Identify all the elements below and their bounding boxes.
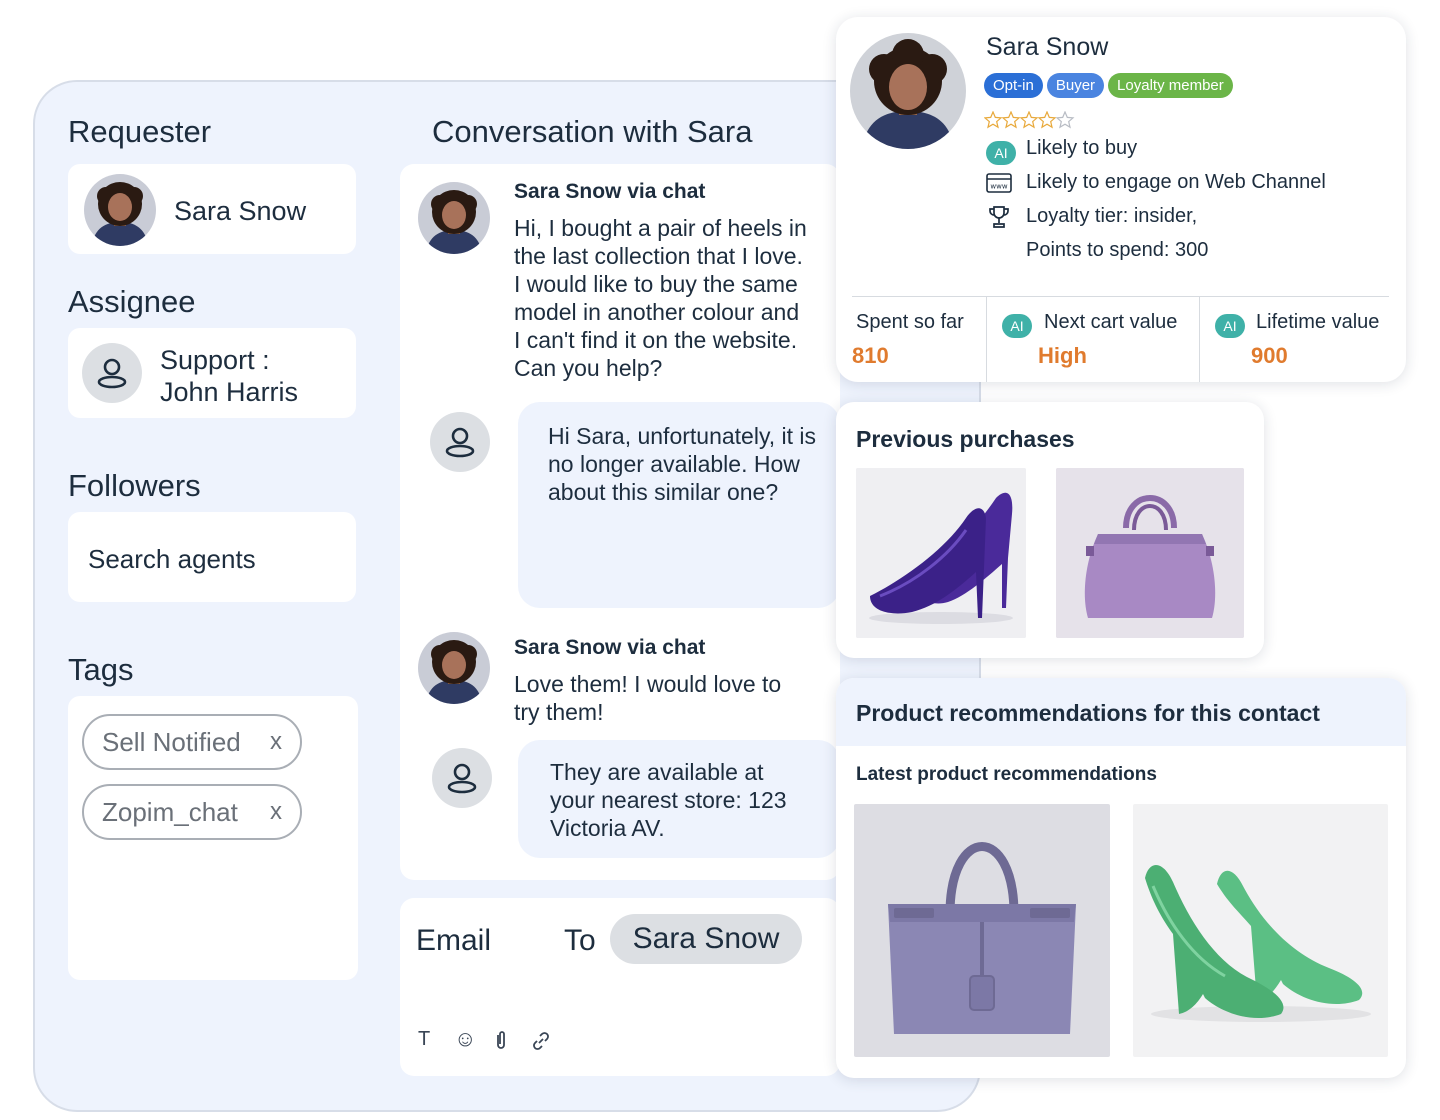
lifetime-value-label: Lifetime value bbox=[1256, 311, 1380, 333]
agent-avatar-icon bbox=[432, 748, 492, 808]
attachment-icon[interactable] bbox=[494, 1030, 508, 1055]
remove-tag-icon[interactable]: x bbox=[270, 798, 282, 826]
channel-selector[interactable]: Email bbox=[416, 924, 491, 958]
tag-chip[interactable]: Zopim_chat x bbox=[82, 784, 302, 840]
assignee-card[interactable]: Support : John Harris bbox=[68, 328, 356, 418]
profile-name: Sara Snow bbox=[986, 33, 1109, 61]
customer-avatar bbox=[418, 182, 490, 254]
stats-separator bbox=[1199, 297, 1200, 382]
customer-avatar bbox=[418, 632, 490, 704]
message-text: Hi Sara, unfortunately, it is no longer … bbox=[548, 423, 817, 505]
rating-stars bbox=[984, 111, 1076, 129]
assignee-title: Assignee bbox=[68, 284, 196, 319]
message-text: Love them! I would love to try them! bbox=[514, 671, 782, 725]
recipient-chip[interactable]: Sara Snow bbox=[610, 914, 802, 964]
stats-divider bbox=[852, 296, 1389, 297]
web-channel-text: Likely to engage on Web Channel bbox=[1026, 171, 1326, 193]
requester-avatar bbox=[84, 174, 156, 246]
tag-label: Sell Notified bbox=[102, 726, 241, 757]
tags-card: Sell Notified x Zopim_chat x bbox=[68, 696, 358, 980]
requester-card[interactable]: Sara Snow bbox=[68, 164, 356, 254]
tag-chip[interactable]: Sell Notified x bbox=[82, 714, 302, 770]
requester-name: Sara Snow bbox=[174, 196, 307, 226]
ai-badge: AI bbox=[1215, 314, 1245, 338]
previous-purchases-title: Previous purchases bbox=[856, 426, 1075, 452]
message-text: They are available at your nearest store… bbox=[550, 759, 787, 841]
recommendations-subtitle: Latest product recommendations bbox=[856, 764, 1157, 785]
agent-avatar-icon bbox=[430, 412, 490, 472]
message-text: Hi, I bought a pair of heels in the last… bbox=[514, 215, 807, 381]
next-cart-value: High bbox=[1038, 343, 1087, 368]
svg-text:www: www bbox=[990, 183, 1007, 191]
reply-composer[interactable]: Email To Sara Snow T ☺ bbox=[400, 898, 840, 1076]
product-recommendations-card: Product recommendations for this contact… bbox=[836, 678, 1406, 1078]
link-icon[interactable] bbox=[530, 1030, 552, 1057]
agent-message-bubble: They are available at your nearest store… bbox=[518, 740, 840, 858]
generic-user-avatar-icon bbox=[82, 343, 142, 403]
loyalty-member-badge: Loyalty member bbox=[1108, 73, 1233, 98]
lavender-tote-image[interactable] bbox=[854, 804, 1110, 1057]
previous-purchases-card: Previous purchases bbox=[836, 402, 1264, 658]
recommendations-title: Product recommendations for this contact bbox=[856, 700, 1320, 726]
conversation-thread: Sara Snow via chat Hi, I bought a pair o… bbox=[400, 164, 840, 880]
ai-badge: AI bbox=[1002, 314, 1032, 338]
customer-profile-card: Sara Snow Opt-in Buyer Loyalty member AI… bbox=[836, 17, 1406, 382]
text-format-icon[interactable]: T bbox=[418, 1028, 430, 1051]
likely-to-buy-text: Likely to buy bbox=[1026, 137, 1138, 159]
assignee-name: Support : John Harris bbox=[160, 345, 299, 407]
message-sender: Sara Snow via chat bbox=[514, 180, 706, 203]
stats-separator bbox=[986, 297, 987, 382]
conversation-title: Conversation with Sara bbox=[432, 114, 753, 149]
loyalty-tier-text: Loyalty tier: insider, bbox=[1026, 205, 1198, 227]
search-agents-input[interactable]: Search agents bbox=[68, 512, 356, 602]
purple-heels-image[interactable] bbox=[856, 468, 1026, 638]
buyer-badge: Buyer bbox=[1046, 73, 1105, 98]
green-heels-image[interactable] bbox=[1133, 804, 1388, 1057]
www-icon: www bbox=[986, 173, 1012, 198]
ai-badge: AI bbox=[986, 141, 1016, 165]
opt-in-badge: Opt-in bbox=[984, 73, 1043, 98]
tag-label: Zopim_chat bbox=[102, 796, 238, 827]
profile-badges: Opt-in Buyer Loyalty member bbox=[984, 73, 1237, 98]
lifetime-value: 900 bbox=[1251, 343, 1288, 368]
tags-title: Tags bbox=[68, 652, 134, 687]
agent-message-bubble: Hi Sara, unfortunately, it is no longer … bbox=[518, 402, 840, 608]
requester-title: Requester bbox=[68, 114, 212, 149]
trophy-icon bbox=[988, 205, 1010, 234]
purple-handbag-image[interactable] bbox=[1056, 468, 1244, 638]
points-to-spend-text: Points to spend: 300 bbox=[1026, 239, 1209, 261]
followers-title: Followers bbox=[68, 468, 201, 503]
search-agents-placeholder: Search agents bbox=[88, 544, 256, 574]
next-cart-value-label: Next cart value bbox=[1044, 311, 1178, 333]
emoji-icon[interactable]: ☺ bbox=[454, 1026, 476, 1052]
spent-so-far-label: Spent so far bbox=[856, 311, 964, 333]
remove-tag-icon[interactable]: x bbox=[270, 728, 282, 756]
spent-so-far-value: 810 bbox=[852, 343, 889, 368]
profile-avatar bbox=[850, 33, 966, 149]
to-label: To bbox=[564, 924, 596, 957]
message-sender: Sara Snow via chat bbox=[514, 636, 706, 659]
